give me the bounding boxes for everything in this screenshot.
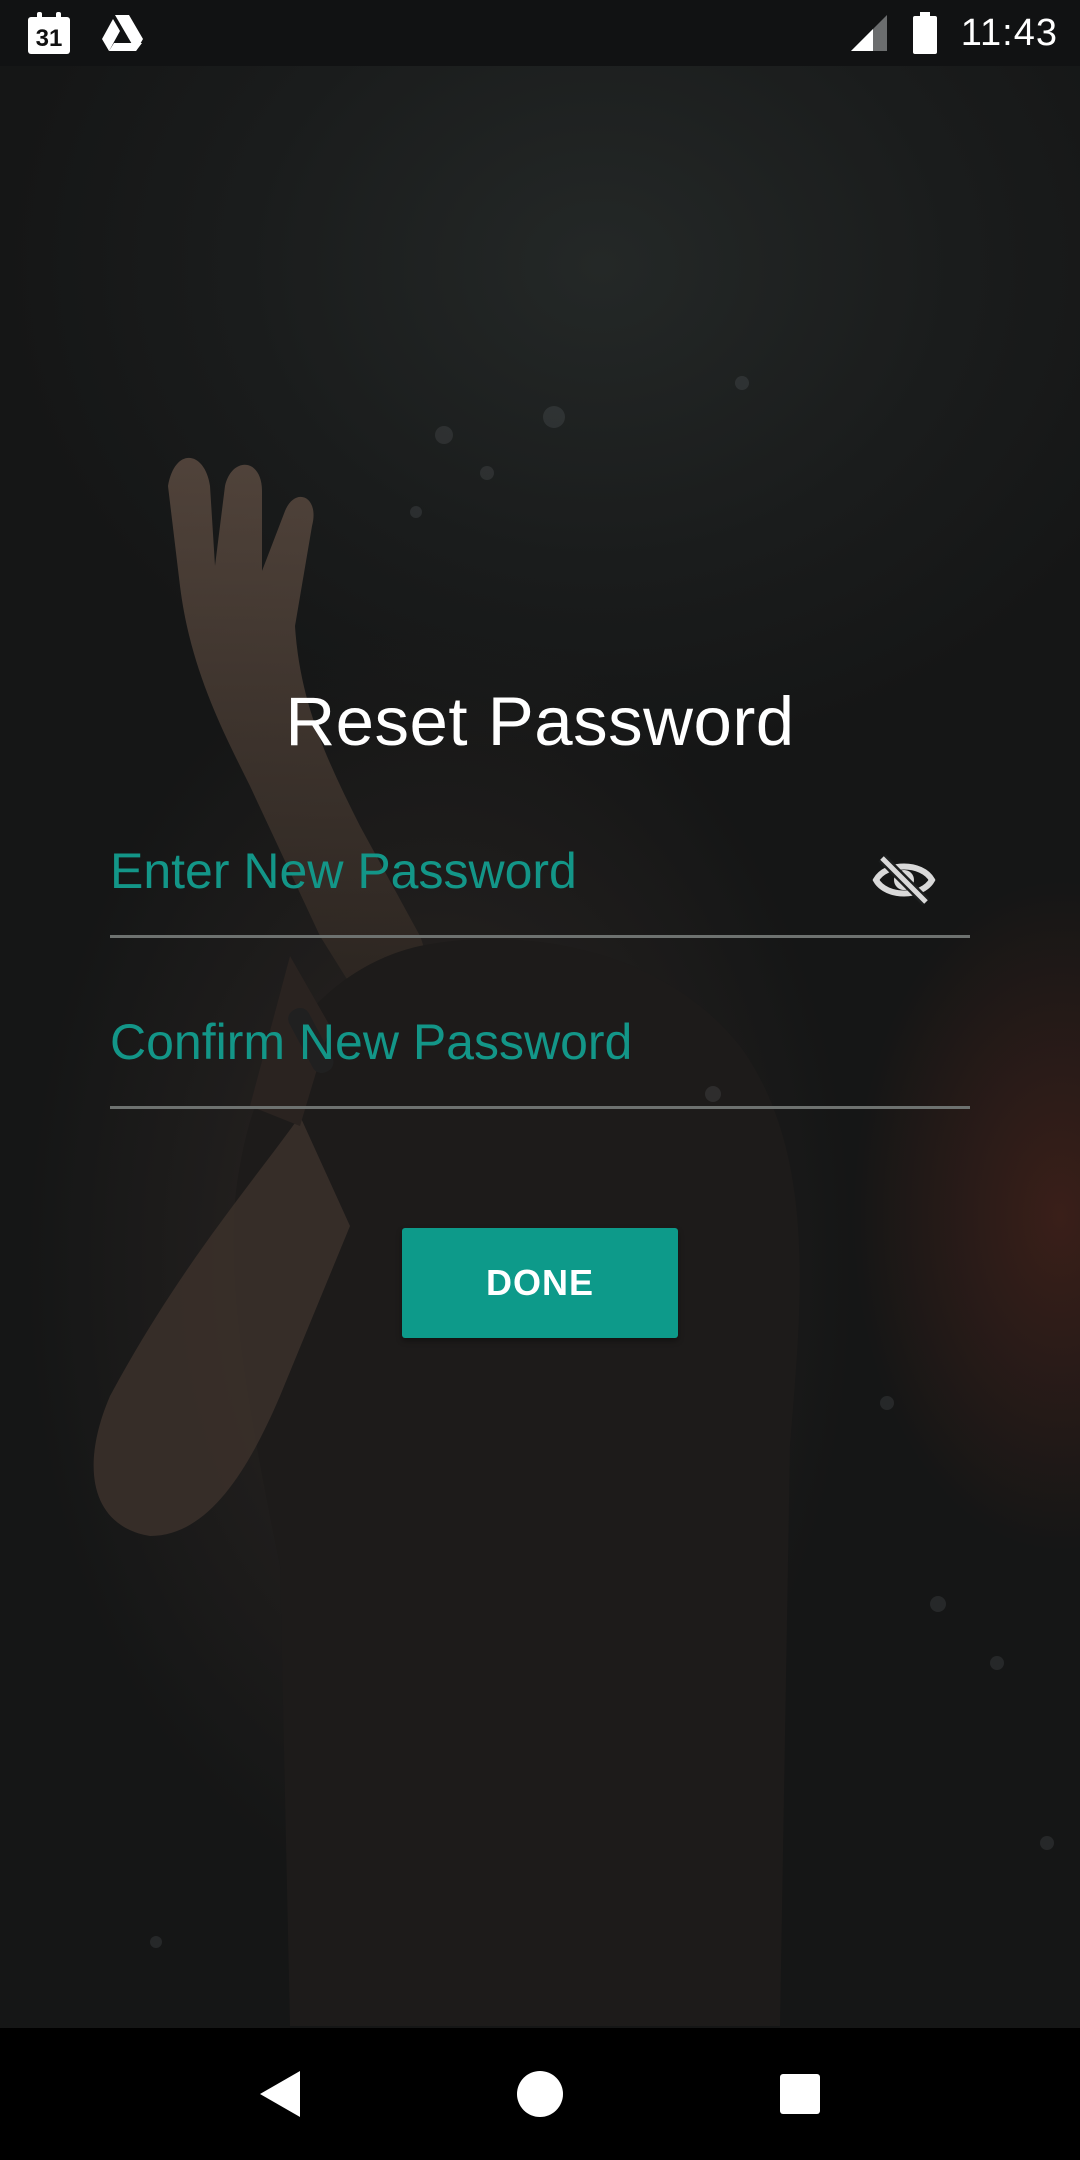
back-icon[interactable] bbox=[240, 2054, 320, 2134]
visibility-off-icon[interactable] bbox=[872, 848, 936, 912]
recents-icon[interactable] bbox=[760, 2054, 840, 2134]
confirm-password-field bbox=[110, 989, 970, 1109]
calendar-icon: 31 bbox=[28, 12, 70, 54]
home-icon[interactable] bbox=[500, 2054, 580, 2134]
status-bar: 31 11:43 bbox=[0, 0, 1080, 66]
new-password-field bbox=[110, 818, 970, 938]
confirm-password-input[interactable] bbox=[110, 989, 870, 1106]
signal-icon bbox=[850, 15, 887, 51]
battery-icon bbox=[912, 12, 937, 54]
clock: 11:43 bbox=[960, 11, 1058, 54]
calendar-day: 31 bbox=[28, 17, 70, 54]
new-password-input[interactable] bbox=[110, 818, 870, 935]
navigation-bar bbox=[0, 2028, 1080, 2160]
done-button[interactable]: DONE bbox=[402, 1228, 678, 1338]
drive-icon bbox=[102, 15, 143, 51]
page-title: Reset Password bbox=[285, 683, 795, 760]
